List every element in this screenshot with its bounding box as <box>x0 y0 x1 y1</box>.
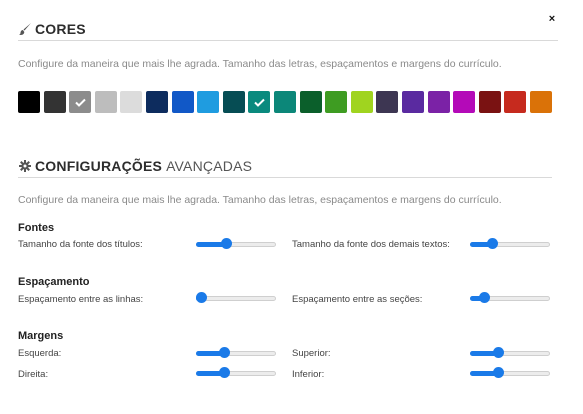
slider-line-spacing[interactable] <box>196 292 276 304</box>
label-section-spacing: Espaçamento entre as seções: <box>292 294 423 305</box>
group-title-margens: Margens <box>18 330 64 342</box>
label-margin-right: Direita: <box>18 369 49 380</box>
color-swatch[interactable] <box>248 91 271 113</box>
cores-title: CORES <box>35 21 86 37</box>
color-swatch[interactable] <box>376 91 399 113</box>
color-swatch[interactable] <box>197 91 220 113</box>
config-title-normal: AVANÇADAS <box>166 158 253 174</box>
slider-thumb[interactable] <box>196 292 207 303</box>
group-title-fontes: Fontes <box>18 222 55 234</box>
color-swatch[interactable] <box>299 91 322 113</box>
gear-icon <box>18 159 32 173</box>
color-swatch[interactable] <box>69 91 92 113</box>
check-icon <box>248 91 270 113</box>
slider-thumb[interactable] <box>219 347 230 358</box>
label-font-texts: Tamanho da fonte dos demais textos: <box>292 239 450 250</box>
config-header: CONFIGURAÇÕES AVANÇADAS <box>18 158 252 174</box>
color-swatch-row <box>18 91 555 113</box>
cores-header: CORES <box>18 21 86 37</box>
color-swatch[interactable] <box>43 91 66 113</box>
color-swatch[interactable] <box>18 91 40 113</box>
color-swatch[interactable] <box>273 91 296 113</box>
slider-thumb[interactable] <box>487 238 498 249</box>
color-swatch[interactable] <box>504 91 527 113</box>
check-icon <box>69 91 91 113</box>
close-button[interactable]: × <box>546 12 558 26</box>
color-swatch[interactable] <box>478 91 501 113</box>
slider-margin-top[interactable] <box>470 347 550 359</box>
color-swatch[interactable] <box>145 91 168 113</box>
color-swatch[interactable] <box>222 91 245 113</box>
slider-margin-left[interactable] <box>196 347 276 359</box>
label-line-spacing: Espaçamento entre as linhas: <box>18 294 144 305</box>
label-font-titles: Tamanho da fonte dos títulos: <box>18 239 143 250</box>
slider-track[interactable] <box>196 296 276 301</box>
color-swatch[interactable] <box>350 91 373 113</box>
color-swatch[interactable] <box>401 91 424 113</box>
cores-divider <box>18 40 558 41</box>
color-swatch[interactable] <box>529 91 552 113</box>
slider-margin-right[interactable] <box>196 367 276 379</box>
slider-thumb[interactable] <box>221 238 232 249</box>
label-margin-left: Esquerda: <box>18 348 62 359</box>
group-title-espacamento: Espaçamento <box>18 276 90 288</box>
cores-description: Configure da maneira que mais lhe agrada… <box>18 58 502 70</box>
slider-section-spacing[interactable] <box>470 292 550 304</box>
slider-thumb[interactable] <box>479 292 490 303</box>
color-swatch[interactable] <box>120 91 143 113</box>
slider-font-texts[interactable] <box>470 238 550 250</box>
config-title-bold: CONFIGURAÇÕES <box>35 158 163 174</box>
color-swatch[interactable] <box>427 91 450 113</box>
slider-thumb[interactable] <box>219 367 230 378</box>
config-description: Configure da maneira que mais lhe agrada… <box>18 194 502 206</box>
slider-margin-bottom[interactable] <box>470 367 550 379</box>
paintbrush-icon <box>18 22 32 36</box>
color-swatch[interactable] <box>94 91 117 113</box>
color-swatch[interactable] <box>171 91 194 113</box>
label-margin-top: Superior: <box>292 348 331 359</box>
slider-thumb[interactable] <box>493 347 504 358</box>
label-margin-bottom: Inferior: <box>292 369 325 380</box>
slider-font-titles[interactable] <box>196 238 276 250</box>
slider-thumb[interactable] <box>493 367 504 378</box>
color-swatch[interactable] <box>325 91 348 113</box>
color-swatch[interactable] <box>453 91 476 113</box>
config-divider <box>18 177 552 178</box>
